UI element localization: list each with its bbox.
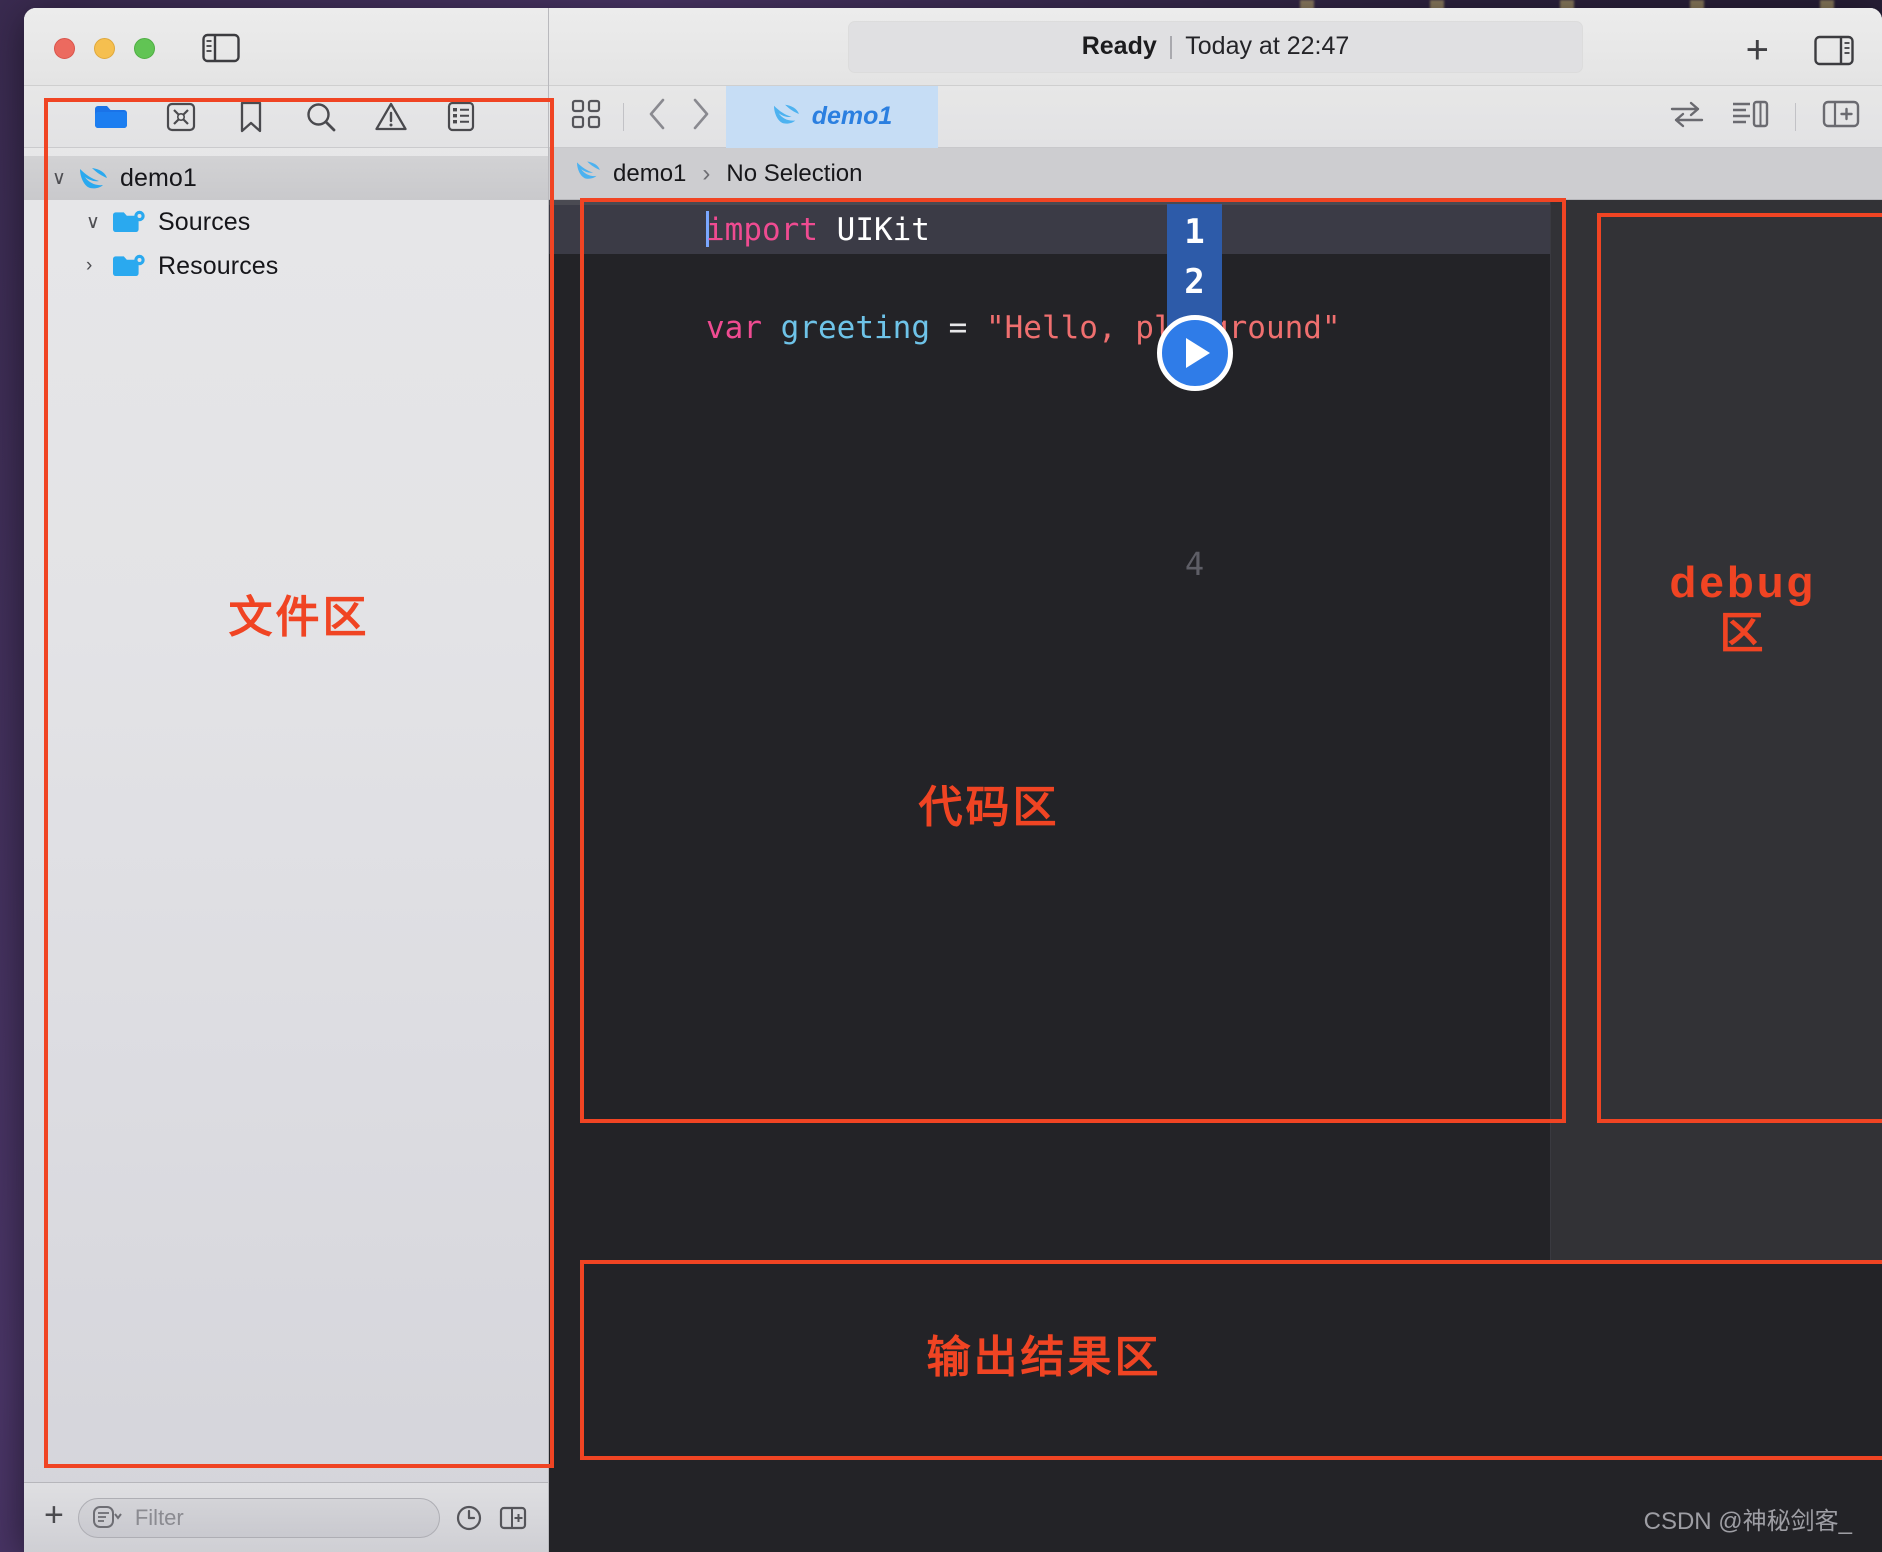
tree-row-demo1[interactable]: ∨ demo1 [24, 156, 548, 200]
swap-arrows-icon[interactable] [1669, 99, 1705, 134]
project-navigator-tree[interactable]: ∨ demo1 ∨ Sources › Resources [24, 148, 548, 1482]
tab-demo1[interactable]: demo1 [726, 85, 938, 148]
navigator-toolbar[interactable] [24, 86, 548, 148]
breadcrumb-separator: › [702, 159, 711, 187]
tree-label: Resources [158, 251, 279, 280]
sidebar-right-icon[interactable] [1814, 34, 1854, 67]
console-output-area[interactable]: Filter CSDN @神秘剑客_ [549, 1262, 1882, 1552]
tree-row-resources[interactable]: › Resources [24, 244, 548, 288]
swift-icon [575, 159, 601, 188]
breadcrumb-item-0[interactable]: demo1 [613, 160, 686, 188]
toolbar-divider [1795, 102, 1796, 131]
navigator-column: ∨ demo1 ∨ Sources › Resources + Filter [24, 8, 549, 1552]
folder-icon[interactable] [94, 102, 128, 132]
clock-icon[interactable] [454, 1504, 484, 1532]
assistant-editor-icon[interactable] [1731, 99, 1769, 134]
navigator-footer: + Filter [24, 1482, 548, 1552]
play-icon[interactable] [1157, 315, 1233, 391]
swift-icon [78, 165, 108, 191]
tree-label: Sources [158, 207, 251, 236]
plus-icon[interactable]: + [1746, 30, 1769, 70]
line-number-2: 2 [1184, 262, 1205, 302]
navigator-filter-placeholder: Filter [134, 1504, 184, 1530]
source-filter-icon[interactable] [498, 1504, 528, 1532]
source-control-icon[interactable] [164, 102, 198, 132]
tree-label: demo1 [120, 163, 197, 192]
code-line-2[interactable] [549, 254, 1550, 303]
toolbar-divider [623, 102, 624, 131]
status-state: Ready [1081, 32, 1157, 60]
editor-column: Ready | Today at 22:47 + demo1 demo1 › N… [549, 8, 1882, 1552]
code-line-1[interactable]: import UIKit [549, 205, 1550, 254]
line-number-4: 4 [1184, 545, 1205, 583]
disclosure-triangle-icon[interactable]: › [86, 255, 112, 277]
traffic-lights[interactable] [54, 38, 155, 59]
tab-label: demo1 [811, 102, 893, 130]
disclosure-triangle-icon[interactable]: ∨ [52, 167, 78, 190]
xcode-window: ∨ demo1 ∨ Sources › Resources + Filter R… [24, 8, 1882, 1552]
code-line-4[interactable] [549, 352, 1550, 401]
line-number-1: 1 [1184, 212, 1205, 252]
tab-overview-icon[interactable] [571, 99, 601, 134]
editor-tabbar: demo1 [549, 85, 1882, 148]
folder-gear-icon [112, 209, 146, 236]
window-titlebar-left [24, 8, 548, 86]
breadcrumb[interactable]: demo1 › No Selection [549, 148, 1882, 200]
minimize-button[interactable] [94, 38, 115, 59]
sidebar-left-icon[interactable] [202, 32, 240, 64]
navigator-filter-field[interactable]: Filter [77, 1497, 440, 1538]
bookmark-icon[interactable] [234, 101, 268, 132]
filter-menu-icon[interactable] [92, 1504, 123, 1532]
close-button[interactable] [54, 38, 75, 59]
folder-gear-icon [112, 253, 146, 280]
tree-row-sources[interactable]: ∨ Sources [24, 200, 548, 244]
window-titlebar-right: Ready | Today at 22:47 + [549, 8, 1882, 86]
report-icon[interactable] [444, 101, 478, 132]
code-text-line-3: var greeting = "Hello, playground" [706, 309, 1341, 346]
disclosure-triangle-icon[interactable]: ∨ [86, 211, 112, 234]
add-editor-icon[interactable] [1822, 99, 1860, 134]
watermark-text: CSDN @神秘剑客_ [1643, 1508, 1852, 1535]
add-file-button[interactable]: + [44, 1498, 64, 1538]
chevron-right-icon[interactable] [690, 97, 712, 136]
zoom-button[interactable] [134, 38, 155, 59]
code-line-3[interactable]: var greeting = "Hello, playground" [549, 303, 1550, 352]
code-text-line-1: import UIKit [706, 211, 930, 248]
swift-icon [772, 102, 800, 131]
breadcrumb-item-1[interactable]: No Selection [726, 160, 862, 188]
status-bar[interactable]: Ready | Today at 22:47 [848, 20, 1583, 73]
status-separator: | [1167, 32, 1175, 60]
search-icon[interactable] [304, 102, 338, 132]
warning-icon[interactable] [374, 102, 408, 132]
chevron-left-icon[interactable] [646, 97, 668, 136]
status-timestamp: Today at 22:47 [1185, 32, 1350, 60]
